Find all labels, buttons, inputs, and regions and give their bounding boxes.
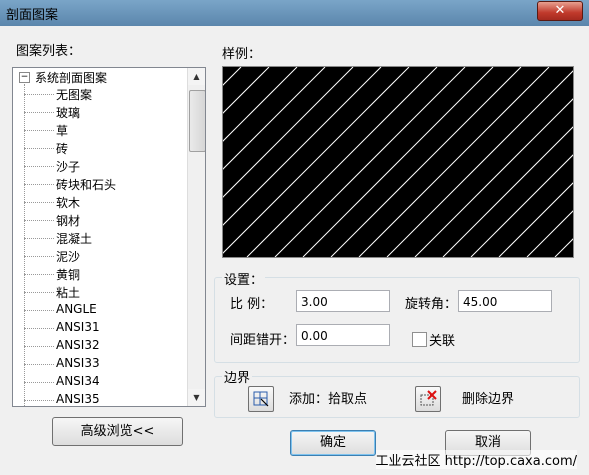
hatch-line	[358, 66, 550, 258]
pattern-list-item[interactable]: 混凝土	[56, 230, 92, 247]
boundary-label: 边界	[222, 367, 253, 386]
hatch-line	[330, 66, 522, 258]
pattern-list-item[interactable]: ANSI35	[56, 392, 100, 406]
hatch-preview-graphic	[22, 66, 589, 258]
tree-guide-line	[24, 166, 54, 167]
spacing-label: 间距错开：	[230, 333, 296, 348]
rotation-input[interactable]: 45.00	[458, 290, 552, 312]
delete-boundary-label: 删除边界	[462, 392, 515, 407]
pattern-list-item[interactable]: 黄铜	[56, 266, 80, 283]
pattern-list-item[interactable]: ANSI31	[56, 320, 100, 334]
pattern-list-item[interactable]: ANSI34	[56, 374, 100, 388]
pattern-list-item[interactable]: 钢材	[56, 212, 80, 229]
hatch-line	[414, 82, 589, 258]
tree-guide-line	[24, 94, 54, 95]
tree-guide-line	[24, 328, 54, 329]
hatch-line	[386, 66, 578, 258]
pattern-list-item[interactable]: ANSI32	[56, 338, 100, 352]
rotation-label: 旋转角：	[405, 297, 458, 312]
collapse-toggle[interactable]: −	[19, 72, 30, 83]
pattern-list-item[interactable]: 软木	[56, 194, 80, 211]
tree-guide-line	[24, 256, 54, 257]
scroll-down-icon[interactable]: ▼	[188, 389, 205, 406]
hatch-line	[302, 66, 494, 258]
spacing-input[interactable]: 0.00	[296, 324, 390, 346]
tree-guide-line	[24, 274, 54, 275]
pattern-list-item[interactable]: 玻璃	[56, 104, 80, 121]
tree-guide-line	[24, 400, 54, 401]
pattern-list-label: 图案列表：	[16, 44, 82, 59]
scale-input[interactable]: 3.00	[296, 290, 390, 312]
tree-guide-line	[24, 292, 54, 293]
scroll-thumb[interactable]	[189, 90, 205, 152]
hatch-line	[274, 66, 466, 258]
add-pick-point-label: 添加：拾取点	[289, 392, 368, 407]
scroll-up-icon[interactable]: ▲	[188, 68, 205, 85]
pattern-preview	[22, 66, 589, 258]
tree-guide-line	[24, 84, 25, 406]
tree-guide-line	[24, 184, 54, 185]
tree-root-item[interactable]: 系统剖面图案	[35, 69, 107, 86]
tree-guide-line	[24, 148, 54, 149]
hatch-line	[218, 66, 410, 258]
pattern-list-item[interactable]: 无图案	[56, 86, 92, 103]
vertical-scrollbar[interactable]: ▲ ▼	[187, 68, 205, 406]
tree-guide-line	[24, 220, 54, 221]
scale-label: 比 例：	[230, 297, 274, 312]
tree-guide-line	[24, 364, 54, 365]
pattern-tree[interactable]: − 系统剖面图案 无图案 玻璃草砖沙子 砖块和石头 软木 钢材 混凝土 泥沙 黄铜 粘土 ANGL…	[12, 67, 206, 407]
title-bar: 剖面图案 ✕	[0, 0, 589, 26]
hatch-line	[50, 66, 242, 258]
tree-guide-line	[24, 112, 54, 113]
settings-label: 设置：	[222, 269, 266, 288]
hatch-line	[190, 66, 382, 258]
associate-label: 关联	[429, 334, 456, 349]
pattern-list-item[interactable]: 粘土	[56, 284, 80, 301]
close-button[interactable]: ✕	[537, 1, 583, 21]
dialog-body: 图案列表： − 系统剖面图案 无图案 玻璃草砖沙子 砖块和石头 软木 钢材 混凝土 泥沙 黄铜…	[0, 26, 589, 475]
pattern-list-item[interactable]: 砖	[56, 140, 68, 157]
hatch-line	[134, 66, 326, 258]
delete-boundary-button[interactable]	[415, 386, 441, 412]
pattern-list-item[interactable]: 草	[56, 122, 68, 139]
tree-guide-line	[24, 202, 54, 203]
watermark-text: 工业云社区 http://top.caxa.com/	[375, 450, 577, 469]
window-title: 剖面图案	[6, 8, 59, 23]
hatch-line	[162, 66, 354, 258]
tree-guide-line	[24, 346, 54, 347]
pattern-list-item[interactable]: 砖块和石头	[56, 176, 116, 193]
hatch-line	[554, 222, 589, 258]
tree-guide-line	[24, 382, 54, 383]
pattern-list-item[interactable]: ANSI33	[56, 356, 100, 370]
tree-guide-line	[24, 238, 54, 239]
preview-label: 样例：	[222, 47, 262, 62]
advanced-browse-button[interactable]: 高级浏览<<	[52, 417, 183, 446]
pattern-list-item[interactable]: 泥沙	[56, 248, 80, 265]
tree-guide-line	[24, 130, 54, 131]
hatch-line	[246, 66, 438, 258]
pattern-list-item[interactable]: 沙子	[56, 158, 80, 175]
hatch-line	[442, 110, 589, 258]
pick-point-icon	[253, 391, 269, 407]
pick-point-button[interactable]	[248, 386, 274, 412]
delete-boundary-icon	[420, 390, 437, 406]
ok-button[interactable]: 确定	[290, 430, 376, 456]
tree-guide-line	[24, 310, 54, 311]
hatch-line	[470, 138, 589, 258]
pattern-list-item[interactable]: ANGLE	[56, 302, 97, 316]
associate-checkbox[interactable]	[412, 332, 427, 347]
